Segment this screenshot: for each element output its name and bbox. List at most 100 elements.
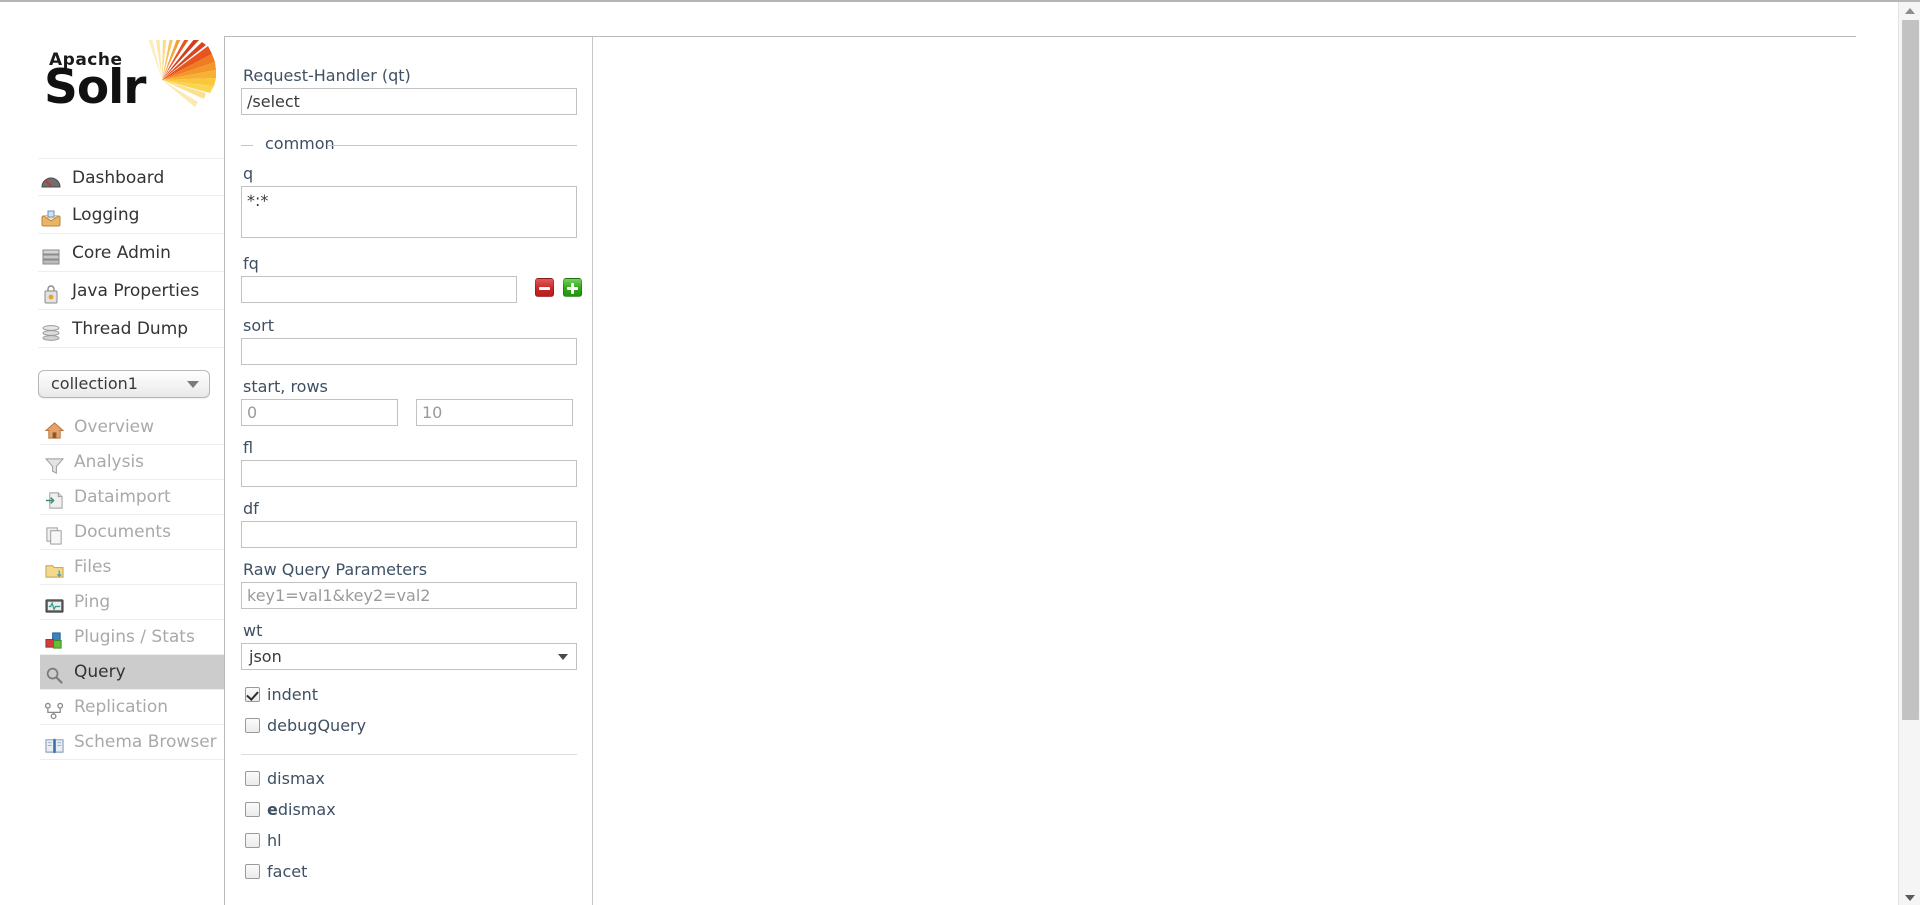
thread-dump-icon bbox=[40, 319, 62, 341]
fl-label: fl bbox=[243, 438, 254, 457]
raw-query-parameters-label: Raw Query Parameters bbox=[243, 560, 428, 579]
content-panel: Request-Handler (qt) common q fq bbox=[224, 36, 1856, 905]
sidebar-item-documents[interactable]: Documents bbox=[40, 515, 224, 550]
secondary-toggles: dismax edismax hl facet bbox=[241, 767, 568, 891]
checkbox-dismax[interactable] bbox=[245, 771, 260, 786]
sidebar-item-label: Query bbox=[74, 662, 126, 682]
rows-input[interactable] bbox=[416, 399, 573, 426]
sidebar-item-schema-browser[interactable]: Schema Browser bbox=[40, 725, 224, 760]
sort-input[interactable] bbox=[241, 338, 577, 365]
nav-item-dashboard[interactable]: Dashboard bbox=[38, 158, 224, 196]
checkbox-row-dismax[interactable]: dismax bbox=[241, 767, 568, 798]
df-input[interactable] bbox=[241, 521, 577, 548]
nav-item-label: Core Admin bbox=[72, 243, 171, 263]
checkbox-row-indent[interactable]: indent bbox=[241, 683, 568, 714]
fq-label: fq bbox=[243, 254, 259, 273]
solr-logo[interactable]: Apache Solr bbox=[44, 32, 216, 116]
nav-item-java-properties[interactable]: Java Properties bbox=[38, 272, 224, 310]
toggles-divider bbox=[241, 754, 577, 755]
sidebar-item-plugins-stats[interactable]: Plugins / Stats bbox=[40, 620, 224, 655]
fq-input[interactable] bbox=[241, 276, 517, 303]
funnel-icon bbox=[44, 453, 65, 474]
nav-item-label: Thread Dump bbox=[72, 319, 189, 339]
core-selector-value: collection1 bbox=[51, 374, 138, 393]
query-form-column: Request-Handler (qt) common q fq bbox=[225, 37, 593, 905]
minus-icon[interactable] bbox=[535, 278, 554, 297]
raw-query-parameters-input[interactable] bbox=[241, 582, 577, 609]
nav-item-label: Logging bbox=[72, 205, 140, 225]
checkbox-edismax[interactable] bbox=[245, 802, 260, 817]
core-admin-icon bbox=[40, 243, 62, 265]
logo-solr-text: Solr bbox=[44, 60, 146, 115]
checkbox-row-debugquery[interactable]: debugQuery bbox=[241, 714, 568, 745]
request-handler-input[interactable] bbox=[241, 88, 577, 115]
fl-input[interactable] bbox=[241, 460, 577, 487]
sidebar-item-overview[interactable]: Overview bbox=[40, 410, 224, 445]
page-scrollbar[interactable] bbox=[1898, 2, 1920, 905]
start-rows-field: start, rows bbox=[241, 377, 573, 426]
checkbox-label: hl bbox=[267, 831, 282, 850]
nav-item-label: Dashboard bbox=[72, 168, 165, 188]
sidebar-item-label: Plugins / Stats bbox=[74, 627, 195, 647]
legend-rule-right bbox=[327, 145, 577, 146]
legend-rule-left bbox=[241, 145, 253, 146]
wt-select[interactable]: json bbox=[241, 643, 577, 670]
sidebar-item-label: Ping bbox=[74, 592, 111, 612]
chevron-down-icon bbox=[187, 381, 199, 388]
q-textarea[interactable] bbox=[241, 186, 577, 238]
request-handler-field: Request-Handler (qt) bbox=[241, 66, 577, 115]
q-field: q bbox=[241, 165, 577, 242]
sidebar: Apache Solr Dashboard Logging Core Admin Ja… bbox=[0, 2, 224, 905]
df-label: df bbox=[243, 499, 259, 518]
request-handler-label: Request-Handler (qt) bbox=[243, 66, 411, 85]
checkbox-label: debugQuery bbox=[267, 716, 367, 735]
sidebar-item-dataimport[interactable]: Dataimport bbox=[40, 480, 224, 515]
checkbox-debugquery[interactable] bbox=[245, 718, 260, 733]
checkbox-facet[interactable] bbox=[245, 864, 260, 879]
plus-icon[interactable] bbox=[563, 278, 582, 297]
wt-label: wt bbox=[243, 621, 263, 640]
chevron-down-icon bbox=[558, 654, 568, 660]
documents-icon bbox=[44, 523, 65, 545]
legend-text: common bbox=[261, 134, 339, 154]
checkbox-row-edismax[interactable]: edismax bbox=[241, 798, 568, 829]
folder-icon bbox=[44, 558, 65, 578]
sidebar-item-replication[interactable]: Replication bbox=[40, 690, 224, 725]
core-selector[interactable]: collection1 bbox=[38, 370, 210, 398]
query-result-panel bbox=[594, 37, 1856, 905]
main-navigation: Dashboard Logging Core Admin Java Propertie… bbox=[38, 158, 224, 348]
start-input[interactable] bbox=[241, 399, 398, 426]
sidebar-item-label: Analysis bbox=[74, 452, 145, 472]
java-properties-icon bbox=[40, 281, 62, 304]
raw-query-parameters-field: Raw Query Parameters bbox=[241, 560, 577, 609]
checkbox-label: dismax bbox=[277, 800, 336, 819]
scrollbar-thumb[interactable] bbox=[1902, 20, 1919, 720]
sidebar-item-files[interactable]: Files bbox=[40, 550, 224, 585]
sidebar-item-query[interactable]: Query bbox=[40, 655, 224, 690]
checkbox-row-hl[interactable]: hl bbox=[241, 829, 568, 860]
sidebar-item-label: Replication bbox=[74, 697, 169, 717]
sidebar-item-ping[interactable]: Ping bbox=[40, 585, 224, 620]
wt-selected-value: json bbox=[249, 647, 282, 666]
nav-item-thread-dump[interactable]: Thread Dump bbox=[38, 310, 224, 348]
sidebar-item-analysis[interactable]: Analysis bbox=[40, 445, 224, 480]
df-field: df bbox=[241, 499, 577, 548]
scroll-down-arrow-icon[interactable] bbox=[1905, 895, 1915, 901]
nav-item-core-admin[interactable]: Core Admin bbox=[38, 234, 224, 272]
plugins-icon bbox=[44, 628, 65, 649]
sidebar-item-label: Dataimport bbox=[74, 487, 171, 507]
fl-field: fl bbox=[241, 438, 577, 487]
nav-item-logging[interactable]: Logging bbox=[38, 196, 224, 234]
checkbox-label: facet bbox=[267, 862, 308, 881]
solr-sun-icon bbox=[140, 32, 216, 116]
checkbox-hl[interactable] bbox=[245, 833, 260, 848]
checkbox-row-facet[interactable]: facet bbox=[241, 860, 568, 891]
start-rows-label: start, rows bbox=[243, 377, 328, 396]
checkbox-indent[interactable] bbox=[245, 687, 260, 702]
scroll-up-arrow-icon[interactable] bbox=[1905, 8, 1915, 14]
wt-field: wt json bbox=[241, 621, 577, 670]
checkbox-label: dismax bbox=[267, 769, 325, 788]
sidebar-item-label: Overview bbox=[74, 417, 155, 437]
solr-admin-page: Apache Solr Dashboard Logging Core Admin Ja… bbox=[0, 0, 1920, 905]
sort-label: sort bbox=[243, 316, 274, 335]
